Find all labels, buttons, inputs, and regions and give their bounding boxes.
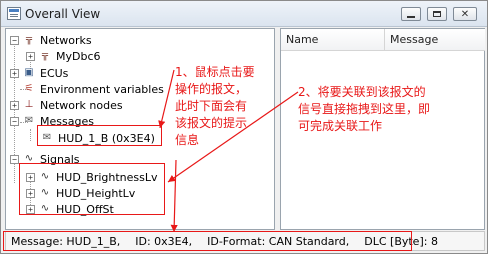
database-network-icon: ╦: [41, 50, 49, 61]
close-icon: ✕: [460, 8, 470, 20]
minimize-button[interactable]: [401, 7, 421, 21]
window-title: Overall View: [25, 7, 101, 21]
column-header-message[interactable]: Message: [385, 29, 485, 51]
tree-node-network-nodes[interactable]: + ⊥ Network nodes: [10, 97, 123, 113]
expand-toggle[interactable]: +: [10, 68, 19, 78]
network-node-icon: ⊥: [24, 99, 34, 110]
tree-node-ecus[interactable]: + ▣ ECUs: [10, 65, 68, 81]
tree-node-networks[interactable]: − ╦ Networks: [10, 32, 92, 48]
highlight-box-message: [37, 125, 162, 146]
tree-node-mydbc6[interactable]: + ╦ MyDbc6: [26, 48, 101, 64]
tree-label-environment-variables: Environment variables: [40, 82, 164, 96]
annotation-line: 信息: [175, 133, 200, 147]
ecu-icon: ▣: [24, 67, 34, 78]
tree-label-network-nodes: Network nodes: [40, 98, 123, 112]
annotation-line: 可完成关联工作: [298, 119, 383, 133]
annotation-line: 操作的报文，: [175, 82, 248, 96]
annotation-line: 2、将要关联到该报文的: [298, 85, 426, 99]
highlight-box-signals: [19, 163, 165, 215]
minimize-icon: [407, 15, 415, 18]
tree-label-mydbc6: MyDbc6: [56, 49, 101, 63]
maximize-button[interactable]: [427, 7, 447, 21]
highlight-box-statusbar: [3, 231, 412, 251]
tree-label-networks: Networks: [40, 33, 92, 47]
collapse-toggle[interactable]: −: [10, 154, 19, 164]
maximize-icon: [433, 11, 441, 17]
network-icon: ╦: [25, 34, 33, 45]
collapse-toggle[interactable]: −: [10, 35, 19, 45]
tree-connector: [30, 129, 31, 141]
tree-node-environment-variables[interactable]: ⚟ Environment variables: [22, 81, 164, 97]
expand-toggle[interactable]: +: [26, 51, 35, 61]
annotation-line: 此时下面会有: [175, 99, 248, 113]
environment-variable-icon: ⚟: [24, 83, 34, 94]
envelope-icon: ✉: [24, 115, 34, 126]
annotation-note-1: 1、鼠标点击要 操作的报文， 此时下面会有 该报文的提示 信息: [175, 64, 285, 149]
annotation-line: 1、鼠标点击要: [175, 65, 255, 79]
column-header-name[interactable]: Name: [281, 29, 385, 51]
annotation-line: 该报文的提示: [175, 116, 248, 130]
title-bar[interactable]: Overall View ✕: [1, 1, 487, 27]
annotation-line: 信号直接拖拽到这里，即: [298, 102, 431, 116]
annotation-note-2: 2、将要关联到该报文的 信号直接拖拽到这里，即 可完成关联工作: [298, 84, 484, 135]
collapse-toggle[interactable]: −: [10, 116, 19, 126]
close-button[interactable]: ✕: [453, 7, 477, 21]
expand-toggle[interactable]: +: [10, 100, 19, 110]
tree-label-ecus: ECUs: [40, 66, 69, 80]
window-app-icon: [7, 7, 21, 20]
